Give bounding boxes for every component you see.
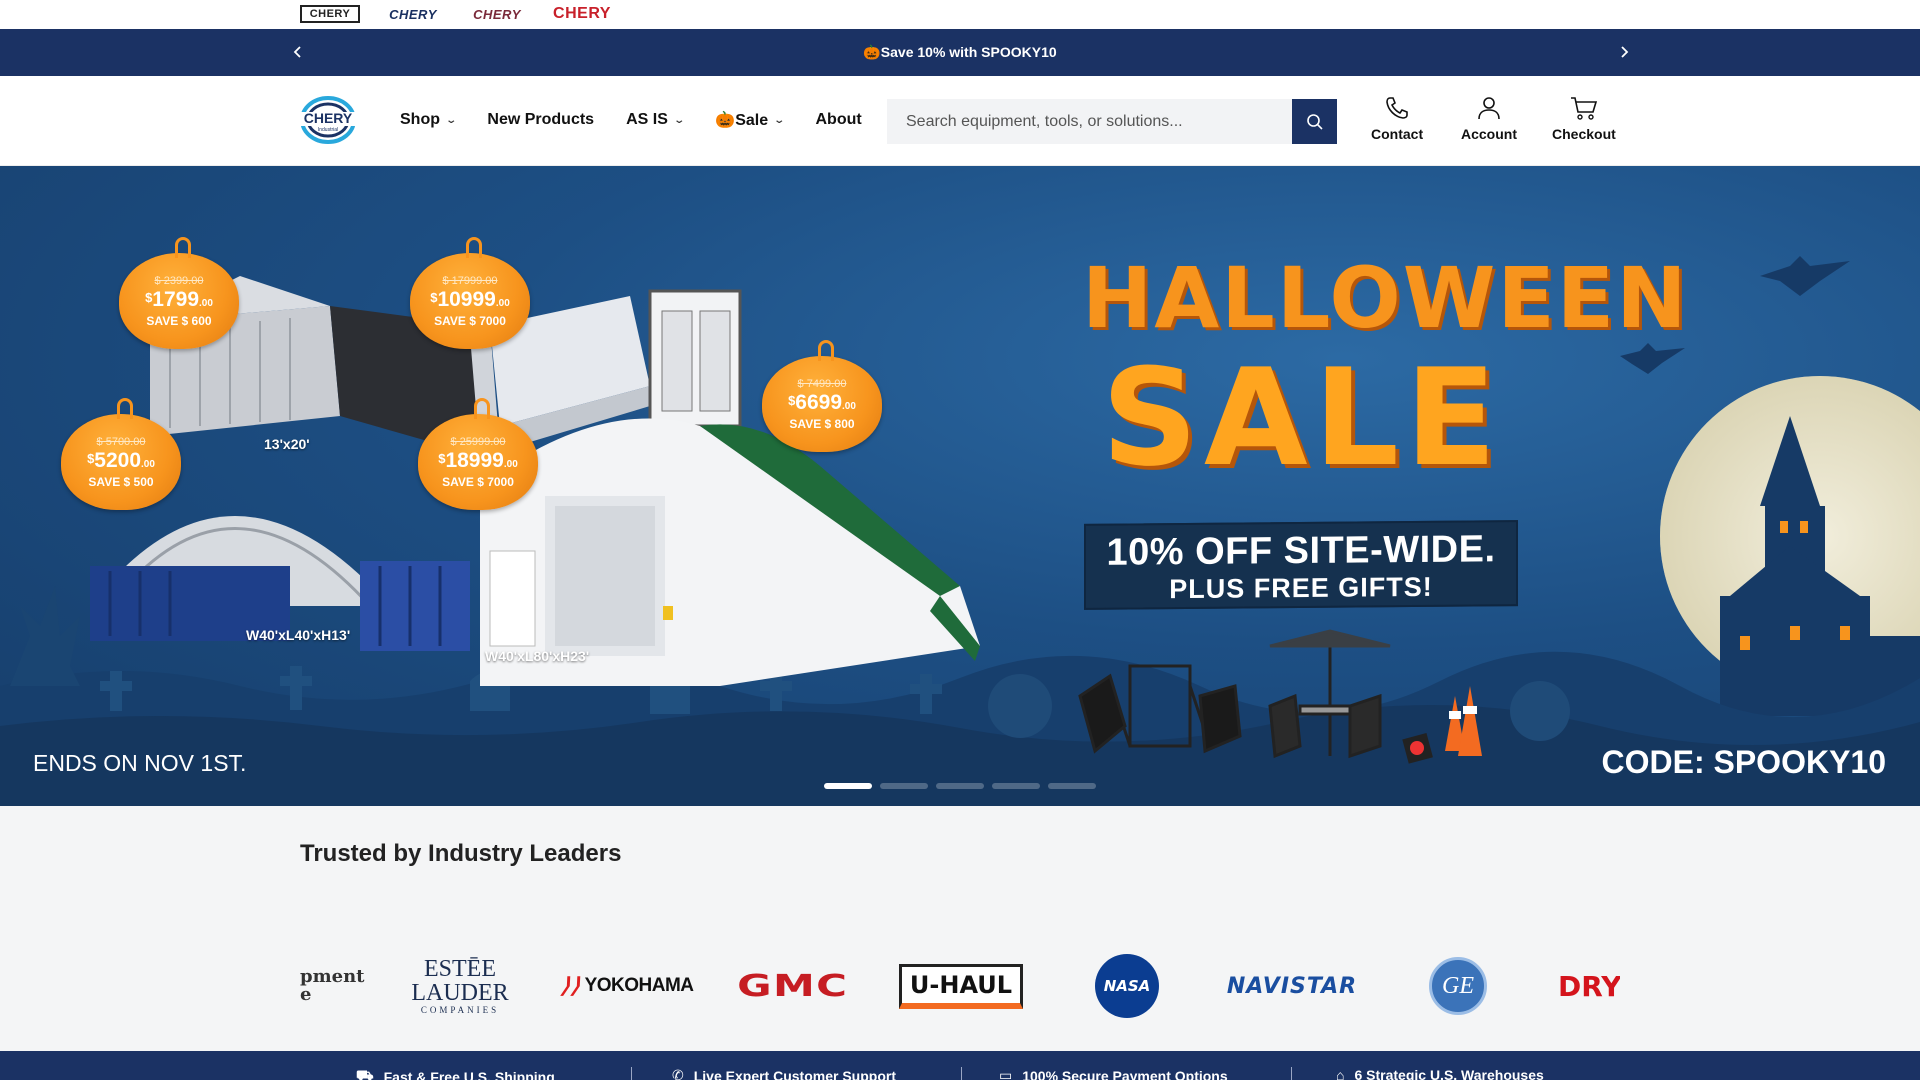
- pumpkin-icon: 🎃: [863, 44, 881, 60]
- partner-logo-gmc: GMC: [736, 968, 849, 1004]
- hero-title: HALLOWEEN: [1082, 249, 1689, 347]
- sale-end-date: ENDS ON NOV 1ST.: [33, 750, 247, 776]
- card-icon: ▭: [999, 1067, 1013, 1080]
- partner-logo-nasa: NASA: [1092, 946, 1162, 1026]
- site-logo[interactable]: CHERY Industrial: [292, 94, 364, 146]
- divider: [961, 1067, 962, 1080]
- announcement-bar: 🎃Save 10% with SPOOKY10: [0, 29, 1920, 76]
- bat-icon: [1760, 256, 1850, 296]
- feature-support: ✆ Live Expert Customer Support: [672, 1067, 896, 1080]
- bat-icon: [1620, 343, 1685, 374]
- hero-sale-title: SALE: [1101, 340, 1503, 496]
- trusted-section: Trusted by Industry Leaders pment e ESTĒ…: [0, 806, 1920, 1051]
- brand-strip: CHERY CHERY CHERY CHERY: [0, 0, 1920, 29]
- nav-shop[interactable]: Shop ⌄: [400, 110, 458, 130]
- slide-dot-3[interactable]: [936, 783, 984, 789]
- nav-new-products[interactable]: New Products: [487, 110, 594, 130]
- brand-logo-chery-industrial[interactable]: CHERY: [383, 5, 443, 23]
- nav-as-is[interactable]: AS IS ⌄: [626, 110, 685, 130]
- partner-logo-estee-lauder: ESTĒE LAUDER COMPANIES: [411, 956, 509, 1015]
- brand-logo-chery[interactable]: CHERY: [300, 5, 360, 23]
- promo-code: CODE: SPOOKY10: [1601, 744, 1886, 780]
- portable-toilet-image: [648, 289, 742, 428]
- price-tag: $ 25999.00 $18999.00 SAVE $ 7000: [418, 398, 538, 510]
- divider: [631, 1067, 632, 1080]
- promo-line-2: PLUS FREE GIFTS!: [1169, 571, 1433, 605]
- promo-line-1: 10% OFF SITE-WIDE.: [1106, 528, 1496, 574]
- search-icon: [1306, 113, 1323, 130]
- price-tag: $ 17999.00 $10999.00 SAVE $ 7000: [410, 237, 530, 349]
- phone-icon: [1386, 97, 1408, 119]
- nav-about[interactable]: About: [816, 110, 862, 130]
- partner-logo-equipment: pment e: [300, 966, 365, 1005]
- warehouse-icon: ⌂: [1336, 1067, 1345, 1080]
- slider-dots: [824, 783, 1096, 789]
- section-title: Trusted by Industry Leaders: [300, 840, 622, 867]
- feature-warehouses: ⌂ 6 Strategic U.S. Warehouses: [1336, 1067, 1544, 1080]
- features-bar: ⛟ Fast & Free U.S. Shipping ✆ Live Expert …: [0, 1051, 1920, 1080]
- hero-banner[interactable]: $ 2399.00 $1799.00 SAVE $ 600 $ 17999.00…: [0, 166, 1920, 806]
- site-header: CHERY Industrial Shop ⌄ New Products AS I…: [0, 76, 1920, 166]
- storage-tent-image: [480, 418, 980, 686]
- chevron-down-icon: ⌄: [445, 114, 458, 126]
- user-icon: [1478, 97, 1500, 120]
- slide-dot-1[interactable]: [824, 783, 872, 789]
- feature-payment: ▭ 100% Secure Payment Options: [999, 1067, 1228, 1080]
- search-bar: [887, 99, 1337, 144]
- price-tag: $ 5700.00 $5200.00 SAVE $ 500: [61, 398, 181, 510]
- svg-text:Industrial: Industrial: [318, 127, 338, 133]
- dimension-label: W40'xL40'xH13': [246, 627, 351, 643]
- partner-logo-yokohama: ⟩⟩ YOKOHAMA: [558, 973, 694, 998]
- svg-text:CHERY: CHERY: [304, 110, 353, 126]
- partner-logos: pment e ESTĒE LAUDER COMPANIES ⟩⟩ YOKOHA…: [300, 946, 1620, 1026]
- checkout-button[interactable]: Checkout: [1552, 94, 1616, 142]
- dimension-label: W40'xL80'xH23': [485, 648, 590, 664]
- nav-sale[interactable]: 🎃Sale ⌄: [715, 110, 786, 130]
- main-nav: Shop ⌄ New Products AS IS ⌄ 🎃Sale ⌄ About: [400, 110, 894, 130]
- feature-shipping: ⛟ Fast & Free U.S. Shipping: [356, 1067, 555, 1080]
- announcement-next-button[interactable]: [1609, 37, 1639, 67]
- truck-icon: ⛟: [356, 1067, 374, 1080]
- cart-icon: [1570, 97, 1597, 120]
- chevron-down-icon: ⌄: [673, 114, 685, 126]
- brand-logo-chery-life[interactable]: CHERY: [467, 5, 527, 23]
- dimension-label: 13'x20': [264, 436, 310, 452]
- partner-logo-navistar: NAVISTAR: [1226, 973, 1358, 999]
- promo-box: 10% OFF SITE-WIDE. PLUS FREE GIFTS!: [1084, 520, 1518, 610]
- slide-dot-2[interactable]: [880, 783, 928, 789]
- chevron-down-icon: ⌄: [773, 114, 786, 126]
- partner-logo-uhaul: U-HAUL: [896, 946, 1026, 1026]
- brand-logo-chery-equipment[interactable]: CHERY: [551, 5, 613, 23]
- partner-logo-ge: GE: [1428, 946, 1488, 1026]
- slide-dot-5[interactable]: [1048, 783, 1096, 789]
- slide-dot-4[interactable]: [992, 783, 1040, 789]
- phone-icon: ✆: [672, 1067, 684, 1080]
- chevron-right-icon: [1621, 46, 1629, 58]
- contact-button[interactable]: Contact: [1371, 94, 1423, 142]
- price-tag: $ 7499.00 $6699.00 SAVE $ 800: [762, 340, 882, 452]
- divider: [1291, 1067, 1292, 1080]
- search-input[interactable]: [887, 99, 1292, 144]
- partner-logo-dry: DRY: [1558, 969, 1620, 1003]
- price-tag: $ 2399.00 $1799.00 SAVE $ 600: [119, 237, 239, 349]
- account-button[interactable]: Account: [1461, 94, 1517, 142]
- search-button[interactable]: [1292, 99, 1337, 144]
